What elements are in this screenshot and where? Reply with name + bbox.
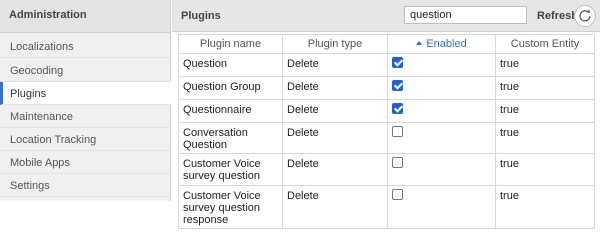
cell-plugin-type: Delete bbox=[282, 122, 388, 154]
cell-plugin-name: Customer Voice survey question bbox=[178, 153, 283, 186]
refresh-icon bbox=[579, 9, 591, 22]
cell-plugin-name: Question bbox=[178, 53, 283, 77]
sidebar-title: Administration bbox=[0, 0, 170, 33]
cell-plugin-name: Conversation Question bbox=[178, 122, 283, 154]
cell-custom-entity: true bbox=[495, 185, 595, 229]
cell-plugin-type: Delete bbox=[282, 185, 388, 229]
refresh-label: Refresh bbox=[537, 10, 578, 22]
column-header-plugin-name[interactable]: Plugin name bbox=[178, 34, 283, 54]
cell-custom-entity: true bbox=[495, 99, 595, 123]
cell-custom-entity: true bbox=[495, 53, 595, 77]
page-title: Plugins bbox=[181, 10, 221, 22]
table-row[interactable]: Conversation Question Delete true bbox=[178, 122, 595, 154]
cell-custom-entity: true bbox=[495, 76, 595, 100]
cell-enabled bbox=[387, 185, 496, 229]
sidebar-item-geocoding[interactable]: Geocoding bbox=[0, 59, 171, 82]
cell-enabled bbox=[387, 99, 496, 123]
sidebar-item-maintenance[interactable]: Maintenance bbox=[0, 105, 171, 128]
search-input[interactable] bbox=[404, 6, 527, 24]
column-header-plugin-type[interactable]: Plugin type bbox=[282, 34, 388, 54]
table-header-row: Plugin name Plugin type Enabled Custom E… bbox=[178, 34, 595, 54]
sidebar-item-label: Geocoding bbox=[10, 65, 64, 77]
table-row[interactable]: Customer Voice survey question Delete tr… bbox=[178, 153, 595, 186]
cell-plugin-name: Question Group bbox=[178, 76, 283, 100]
table-row[interactable]: Question Delete true bbox=[178, 53, 595, 77]
plugins-table: Plugin name Plugin type Enabled Custom E… bbox=[178, 34, 595, 229]
enabled-checkbox[interactable] bbox=[392, 103, 403, 114]
sidebar-item-label: Localizations bbox=[10, 41, 74, 53]
sidebar-item-settings[interactable]: Settings bbox=[0, 174, 171, 197]
cell-enabled bbox=[387, 153, 496, 186]
sort-ascending-icon bbox=[416, 41, 423, 45]
cell-plugin-type: Delete bbox=[282, 76, 388, 100]
table-row[interactable]: Question Group Delete true bbox=[178, 76, 595, 100]
main-panel: Plugins Refresh Plugin name Plugin type … bbox=[172, 0, 600, 229]
sidebar-item-plugins[interactable]: Plugins bbox=[0, 82, 171, 105]
cell-enabled bbox=[387, 76, 496, 100]
enabled-checkbox[interactable] bbox=[392, 57, 403, 68]
sidebar-item-label: Settings bbox=[10, 180, 50, 192]
table-row[interactable]: Questionnaire Delete true bbox=[178, 99, 595, 123]
cell-plugin-name: Questionnaire bbox=[178, 99, 283, 123]
column-header-custom-entity[interactable]: Custom Entity bbox=[495, 34, 595, 54]
sidebar-item-label: Maintenance bbox=[10, 111, 73, 123]
cell-custom-entity: true bbox=[495, 122, 595, 154]
enabled-checkbox[interactable] bbox=[392, 189, 403, 200]
cell-plugin-type: Delete bbox=[282, 53, 388, 77]
enabled-checkbox[interactable] bbox=[392, 80, 403, 91]
column-header-enabled[interactable]: Enabled bbox=[387, 34, 496, 54]
main-header: Plugins Refresh bbox=[172, 0, 600, 32]
sidebar-item-mobile-apps[interactable]: Mobile Apps bbox=[0, 151, 171, 174]
enabled-checkbox[interactable] bbox=[392, 157, 403, 168]
sidebar-item-label: Location Tracking bbox=[10, 134, 97, 146]
sidebar-item-label: Plugins bbox=[10, 88, 47, 100]
sidebar-item-location-tracking[interactable]: Location Tracking bbox=[0, 128, 171, 151]
sidebar-item-label: Mobile Apps bbox=[10, 157, 70, 169]
cell-custom-entity: true bbox=[495, 153, 595, 186]
cell-plugin-name: Customer Voice survey question response bbox=[178, 185, 283, 229]
cell-enabled bbox=[387, 122, 496, 154]
cell-plugin-type: Delete bbox=[282, 99, 388, 123]
refresh-button[interactable] bbox=[574, 5, 596, 27]
cell-plugin-type: Delete bbox=[282, 153, 388, 186]
sidebar-item-localizations[interactable]: Localizations bbox=[0, 35, 171, 58]
sidebar: Administration Localizations Geocoding P… bbox=[0, 0, 171, 201]
table-row[interactable]: Customer Voice survey question response … bbox=[178, 185, 595, 229]
enabled-checkbox[interactable] bbox=[392, 126, 403, 137]
cell-enabled bbox=[387, 53, 496, 77]
